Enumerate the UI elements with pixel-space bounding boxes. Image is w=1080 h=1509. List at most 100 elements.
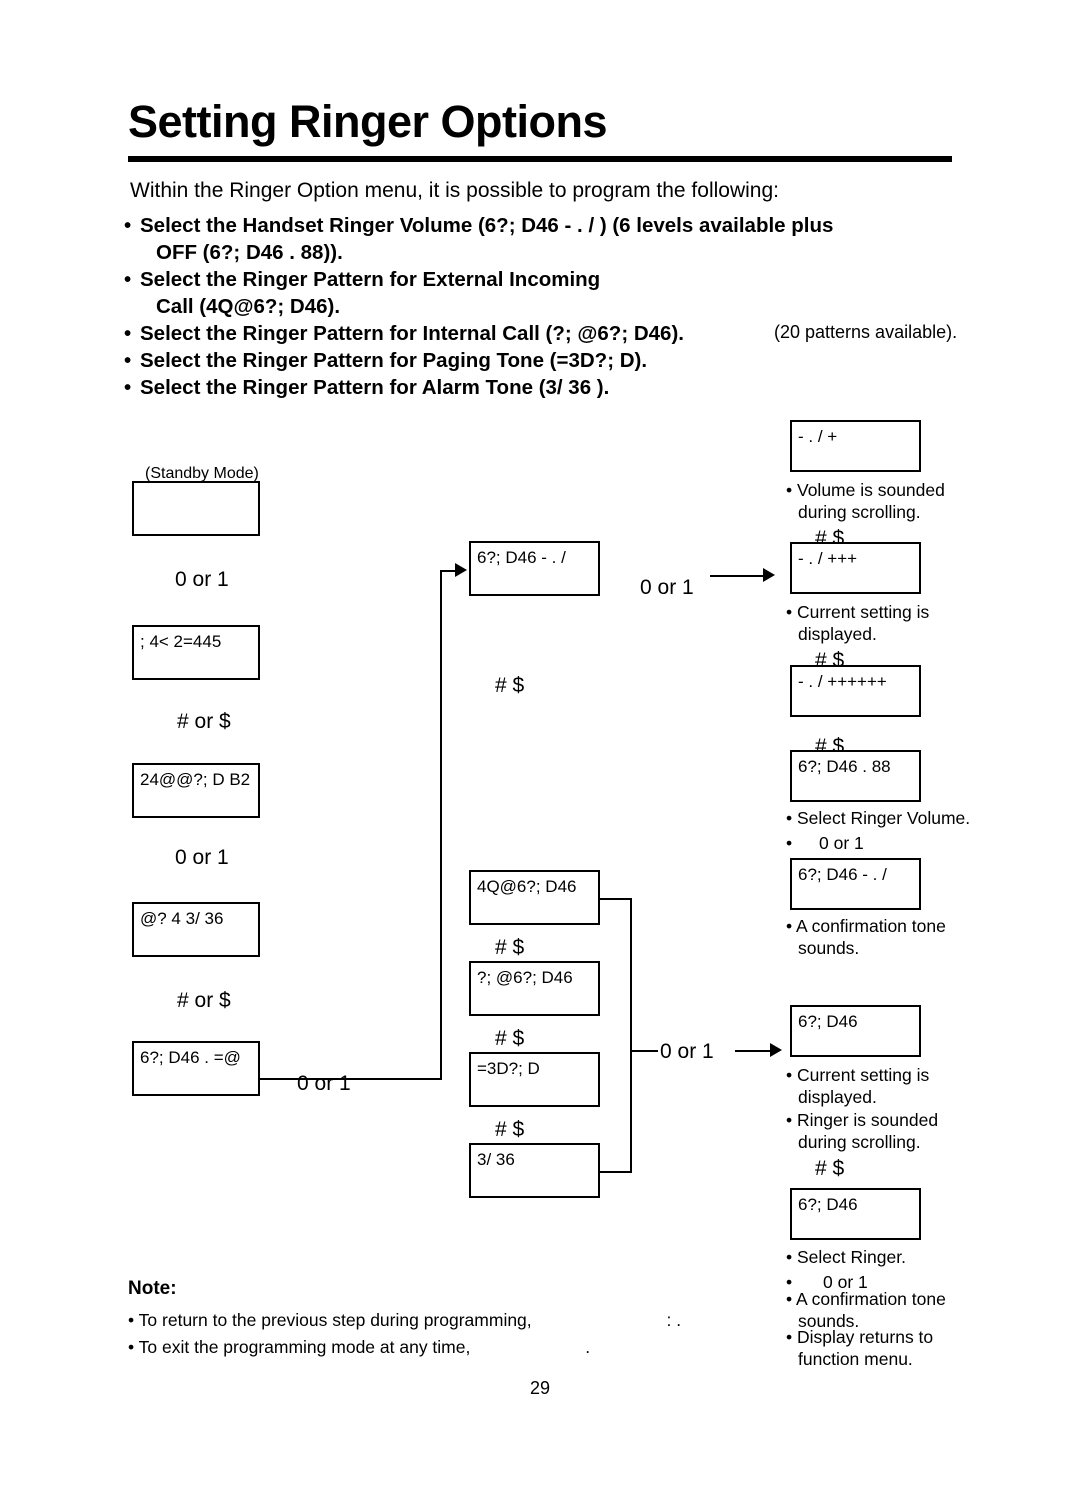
lcd-alarm-tone: 3/ 36 [469,1143,600,1198]
lcd-volume-plus1: - . / + [790,420,921,472]
bullet-line-2: Call (4Q@6?; D46). [156,295,341,318]
key-soft-mid-2: # $ [495,936,524,960]
bullet-dot: • [786,833,793,853]
connector-volume-right [710,575,770,577]
patterns-available-note: (20 patterns available). [774,322,958,342]
lcd-external-call: 4Q@6?; D46 [469,870,600,925]
lcd-volume-menu: 6?; D46 - . / [469,541,600,596]
annotation-line-2: during scrolling. [798,502,921,522]
annotation-line-2: sounds. [798,938,860,958]
arrowhead-pattern-right [770,1043,782,1057]
key-label: # or $ [177,989,231,1012]
bullet-dot: • [124,322,132,345]
annotation-confirm-1: • A confirmation tone sounds. [786,915,946,959]
bullet-text: Select the Handset Ringer Volume (6?; D4… [140,212,954,266]
lcd-alarm: @? 4 3/ 36 [132,902,260,957]
lcd-internal-call: ?; @6?; D46 [469,961,600,1016]
annotation-line-1: • Current setting is [786,602,930,622]
note-tail-1: : . [666,1310,682,1330]
key-label: 0 or 1 [175,568,229,591]
bullet-dot: • [124,214,132,237]
annotation-select-volume: • Select Ringer Volume. [786,808,971,828]
key-soft-1: # or $ [177,710,231,734]
annotation-display-returns: • Display returns to function menu. [786,1326,933,1370]
key-label: 0 or 1 [175,846,229,869]
key-label: 0 or 1 [819,833,864,853]
annotation-line-1: • Ringer is sounded [786,1110,939,1130]
lcd-ringer-option: 6?; D46 . =@ [132,1041,260,1096]
annotation-line-1: • Display returns to [786,1327,934,1347]
arrowhead-volume-right [763,568,775,582]
bullet-text: Select the Ringer Pattern for Alarm Tone… [140,376,610,399]
annotation-volume-sounded: • Volume is sounded during scrolling. [786,479,945,523]
manual-page: Setting Ringer Options Within the Ringer… [0,0,1080,1509]
bullet-text: Select the Ringer Pattern for Paging Ton… [140,349,648,372]
bullet-line-1: Select the Handset Ringer Volume (6?; D4… [140,214,834,237]
key-nav-4: 0 or 1 [640,576,694,600]
page-number: 29 [529,1378,551,1398]
lcd-volume-plus6: - . / ++++++ [790,665,921,717]
bullet-text: Select the Ringer Pattern for External I… [140,266,954,320]
annotation-line-1: • A confirmation tone [786,916,946,936]
key-label: 0 or 1 [640,576,694,599]
key-soft-mid-3: # $ [495,1027,524,1051]
list-item: • Select the Ringer Pattern for Alarm To… [124,374,954,401]
bullet-line-1: Select the Ringer Pattern for External I… [140,268,601,291]
bullet-dot: • [124,268,132,291]
key-label: # $ [495,936,525,959]
key-label: 0 or 1 [660,1040,714,1063]
key-nav-2: 0 or 1 [175,846,229,870]
connector-vertical-left [440,570,442,1080]
lcd-function-menu: 24@@?; D B2 [132,763,260,818]
bracket-out [630,1050,658,1052]
annotation-line-2: during scrolling. [798,1132,921,1152]
bracket-top [600,898,632,900]
key-label: # or $ [177,710,231,733]
annotation-select-volume-key: • 0 or 1 [786,832,864,854]
annotation-line-2: displayed. [798,624,877,644]
lcd-volume-plus3: - . / +++ [790,542,921,594]
key-label: # $ [815,1157,845,1180]
feature-bullet-list: • Select the Handset Ringer Volume (6?; … [124,212,954,401]
list-item: • Select the Handset Ringer Volume (6?; … [124,212,954,266]
bullet-dot: • [124,376,132,399]
key-soft-mid: # $ [495,674,524,698]
lcd-program: ; 4< 2=445 [132,625,260,680]
key-soft-r4: # $ [815,1157,844,1181]
note-text-1: • To return to the previous step during … [128,1310,532,1330]
annotation-line-1: • Volume is sounded [786,480,945,500]
lcd-ringer-current: 6?; D46 [790,1005,921,1057]
bracket-bottom [600,1171,632,1173]
list-item: • Select the Ringer Pattern for External… [124,266,954,320]
annotation-ringer-sounded: • Ringer is sounded during scrolling. [786,1109,938,1153]
bullet-line-2: OFF (6?; D46 . 88)). [156,241,343,264]
annotation-current-setting-1: • Current setting is displayed. [786,601,929,645]
annotation-current-setting-2: • Current setting is displayed. [786,1064,929,1108]
annotation-line-2: displayed. [798,1087,877,1107]
note-tail-2: . [585,1337,591,1357]
lcd-volume-confirm: 6?; D46 - . / [790,858,921,910]
connector-horizontal-bottom [260,1078,442,1080]
annotation-line-2: function menu. [798,1349,913,1369]
note-heading: Note: [128,1278,177,1299]
annotation-line-1: • A confirmation tone [786,1289,946,1309]
lcd-volume-off: 6?; D46 . 88 [790,750,921,802]
key-soft-2: # or $ [177,989,231,1013]
note-line-2: • To exit the programming mode at any ti… [128,1337,590,1358]
page-title: Setting Ringer Options [128,96,608,147]
lcd-ringer-selected: 6?; D46 [790,1188,921,1240]
key-nav-3: 0 or 1 [297,1072,351,1096]
title-divider [128,156,952,162]
key-nav-5: 0 or 1 [660,1040,714,1064]
note-line-1: • To return to the previous step during … [128,1310,681,1331]
bracket-vertical [630,898,632,1173]
key-label: # $ [495,1027,525,1050]
bullet-dot: • [124,349,132,372]
intro-text: Within the Ringer Option menu, it is pos… [130,179,779,202]
lcd-paging-tone: =3D?; D [469,1052,600,1107]
key-soft-mid-4: # $ [495,1118,524,1142]
key-label: # $ [495,674,525,697]
note-text-2: • To exit the programming mode at any ti… [128,1337,471,1357]
annotation-select-ringer: • Select Ringer. [786,1247,906,1267]
list-item: • Select the Ringer Pattern for Paging T… [124,347,954,374]
